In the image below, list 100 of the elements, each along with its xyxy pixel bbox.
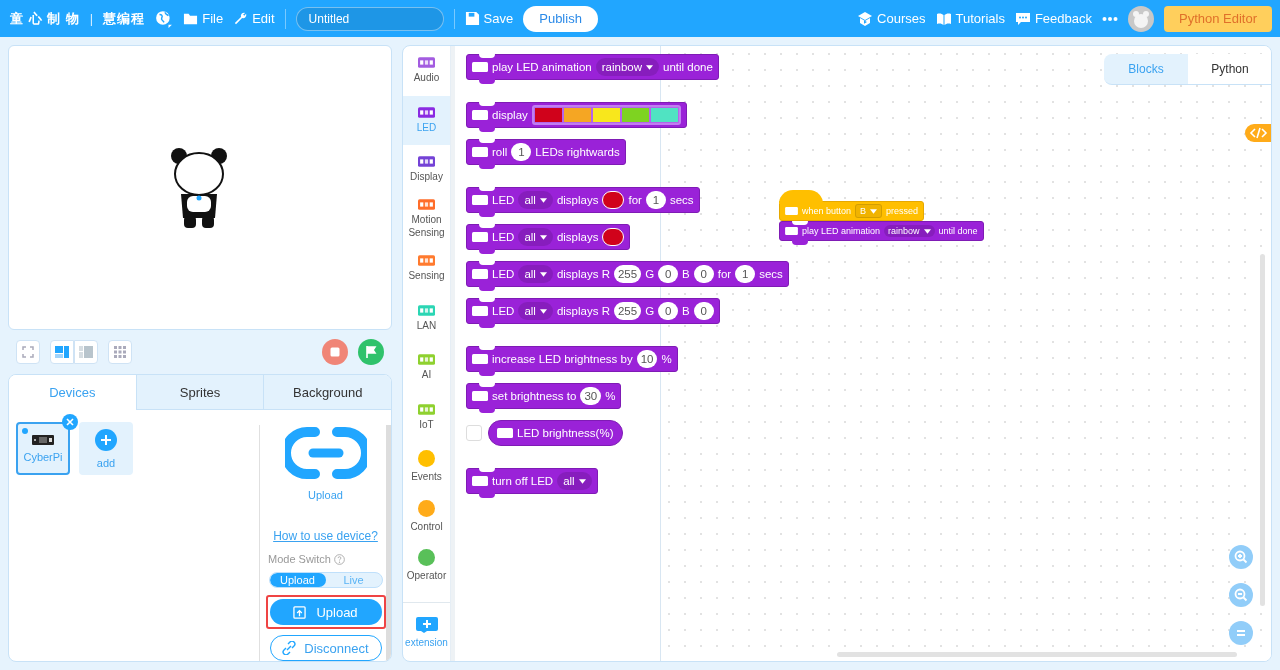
color-swatch[interactable] <box>621 108 649 122</box>
number-field[interactable]: 255 <box>613 265 642 283</box>
caret-icon <box>539 308 547 314</box>
block-label: LED <box>492 268 515 280</box>
number-field[interactable]: 0 <box>658 302 679 320</box>
category-item[interactable]: Sensing <box>403 244 450 294</box>
stop-button[interactable] <box>322 339 348 365</box>
grid-view-button[interactable] <box>108 340 132 364</box>
language-globe-icon[interactable] <box>155 9 174 28</box>
block-dropdown[interactable]: all <box>518 265 553 283</box>
number-field[interactable]: 10 <box>636 350 658 368</box>
block-label: for <box>628 194 642 206</box>
block-label: % <box>661 353 672 365</box>
block-label: displays R <box>556 305 610 317</box>
publish-button[interactable]: Publish <box>523 5 598 32</box>
category-item[interactable]: Events <box>403 442 450 492</box>
caret-icon <box>646 64 653 70</box>
caret-icon <box>870 208 878 214</box>
category-item[interactable]: Motion Sensing <box>403 194 450 244</box>
number-field[interactable]: 1 <box>645 191 666 209</box>
link-icon[interactable] <box>284 425 367 481</box>
block-dropdown[interactable]: rainbow <box>595 58 659 76</box>
caret-icon <box>539 271 547 277</box>
led-icon <box>472 306 488 316</box>
panel-tab[interactable]: Sprites <box>135 375 264 410</box>
category-item[interactable]: AI <box>403 343 450 393</box>
number-field[interactable]: 0 <box>693 302 714 320</box>
block-label: % <box>605 390 616 402</box>
fullscreen-button[interactable] <box>16 340 40 364</box>
led-icon <box>785 207 798 215</box>
block-label: when button <box>802 206 852 216</box>
block-label: displays <box>556 194 599 206</box>
category-item[interactable]: IoT <box>403 392 450 442</box>
led-icon <box>472 391 488 401</box>
number-field[interactable]: 30 <box>580 387 602 405</box>
led-icon <box>472 110 488 120</box>
color-picker[interactable] <box>602 191 625 209</box>
folder-icon <box>183 11 199 26</box>
category-item[interactable]: Audio <box>403 46 450 96</box>
grid-icon <box>114 346 126 358</box>
panda-sprite-drawing[interactable] <box>169 145 229 230</box>
block-dropdown[interactable]: all <box>557 472 592 490</box>
block-label: play LED animation <box>492 61 592 73</box>
layout-button[interactable] <box>50 340 74 364</box>
block-label: secs <box>669 194 694 206</box>
number-field[interactable]: 255 <box>613 302 642 320</box>
block-label: displays <box>556 231 599 243</box>
small-stage-layout-icon <box>79 346 93 358</box>
reporter-block[interactable]: LED brightness(%) <box>488 420 623 446</box>
color-swatch[interactable] <box>592 108 620 122</box>
fullscreen-icon <box>22 346 34 358</box>
category-item[interactable]: Control <box>403 491 450 541</box>
block-label: LEDs rightwards <box>535 146 620 158</box>
upload-icon <box>293 605 307 619</box>
block-label: until done <box>938 226 978 236</box>
block-dropdown[interactable]: all <box>518 228 553 246</box>
number-field[interactable]: 0 <box>658 265 679 283</box>
block-dropdown[interactable]: all <box>518 302 553 320</box>
chat-icon <box>1014 10 1031 27</box>
plus-icon <box>95 428 117 451</box>
block-label: set brightness to <box>492 390 577 402</box>
led-icon <box>472 476 488 486</box>
zoom-in-icon[interactable] <box>1229 545 1253 569</box>
more-icon[interactable] <box>1102 15 1118 22</box>
large-stage-layout-icon <box>55 346 69 358</box>
editor-tab[interactable]: Python <box>1188 54 1271 85</box>
block-dropdown[interactable]: all <box>518 191 553 209</box>
device-board-icon <box>32 434 54 445</box>
block-dropdown[interactable]: rainbow <box>884 225 935 237</box>
number-field[interactable]: 0 <box>693 265 714 283</box>
wrench-icon <box>233 11 249 26</box>
number-field[interactable]: 1 <box>735 265 756 283</box>
led-icon <box>472 269 488 279</box>
category-item[interactable]: LAN <box>403 293 450 343</box>
block-label: roll <box>492 146 508 158</box>
color-swatch[interactable] <box>650 108 678 122</box>
remove-icon[interactable] <box>62 414 78 430</box>
avatar[interactable] <box>1128 5 1154 32</box>
zoom-out-icon[interactable] <box>1229 583 1253 607</box>
category-item[interactable]: Display <box>403 145 450 195</box>
color-swatch[interactable] <box>534 108 562 122</box>
help-icon[interactable] <box>334 553 345 565</box>
separator: | <box>89 11 94 26</box>
color-swatch[interactable] <box>563 108 591 122</box>
block-label: LED <box>492 305 515 317</box>
layout-button[interactable] <box>74 340 98 364</box>
reset-zoom-icon[interactable] <box>1229 621 1253 645</box>
led-icon <box>785 227 798 235</box>
number-field[interactable]: 1 <box>511 143 532 161</box>
code-icon[interactable] <box>1245 124 1271 142</box>
brand-logo: 童 心 制 物 <box>10 9 80 28</box>
block-label: increase LED brightness by <box>492 353 633 365</box>
category-item[interactable]: Operator <box>403 541 450 591</box>
panel-tab[interactable]: Background <box>263 375 391 410</box>
checkbox[interactable] <box>466 425 482 441</box>
color-picker[interactable] <box>602 228 625 246</box>
block-label: turn off LED <box>492 475 554 487</box>
color-strip-picker[interactable] <box>531 105 681 125</box>
run-flag-button[interactable] <box>358 339 384 365</box>
caret-icon <box>539 234 547 240</box>
